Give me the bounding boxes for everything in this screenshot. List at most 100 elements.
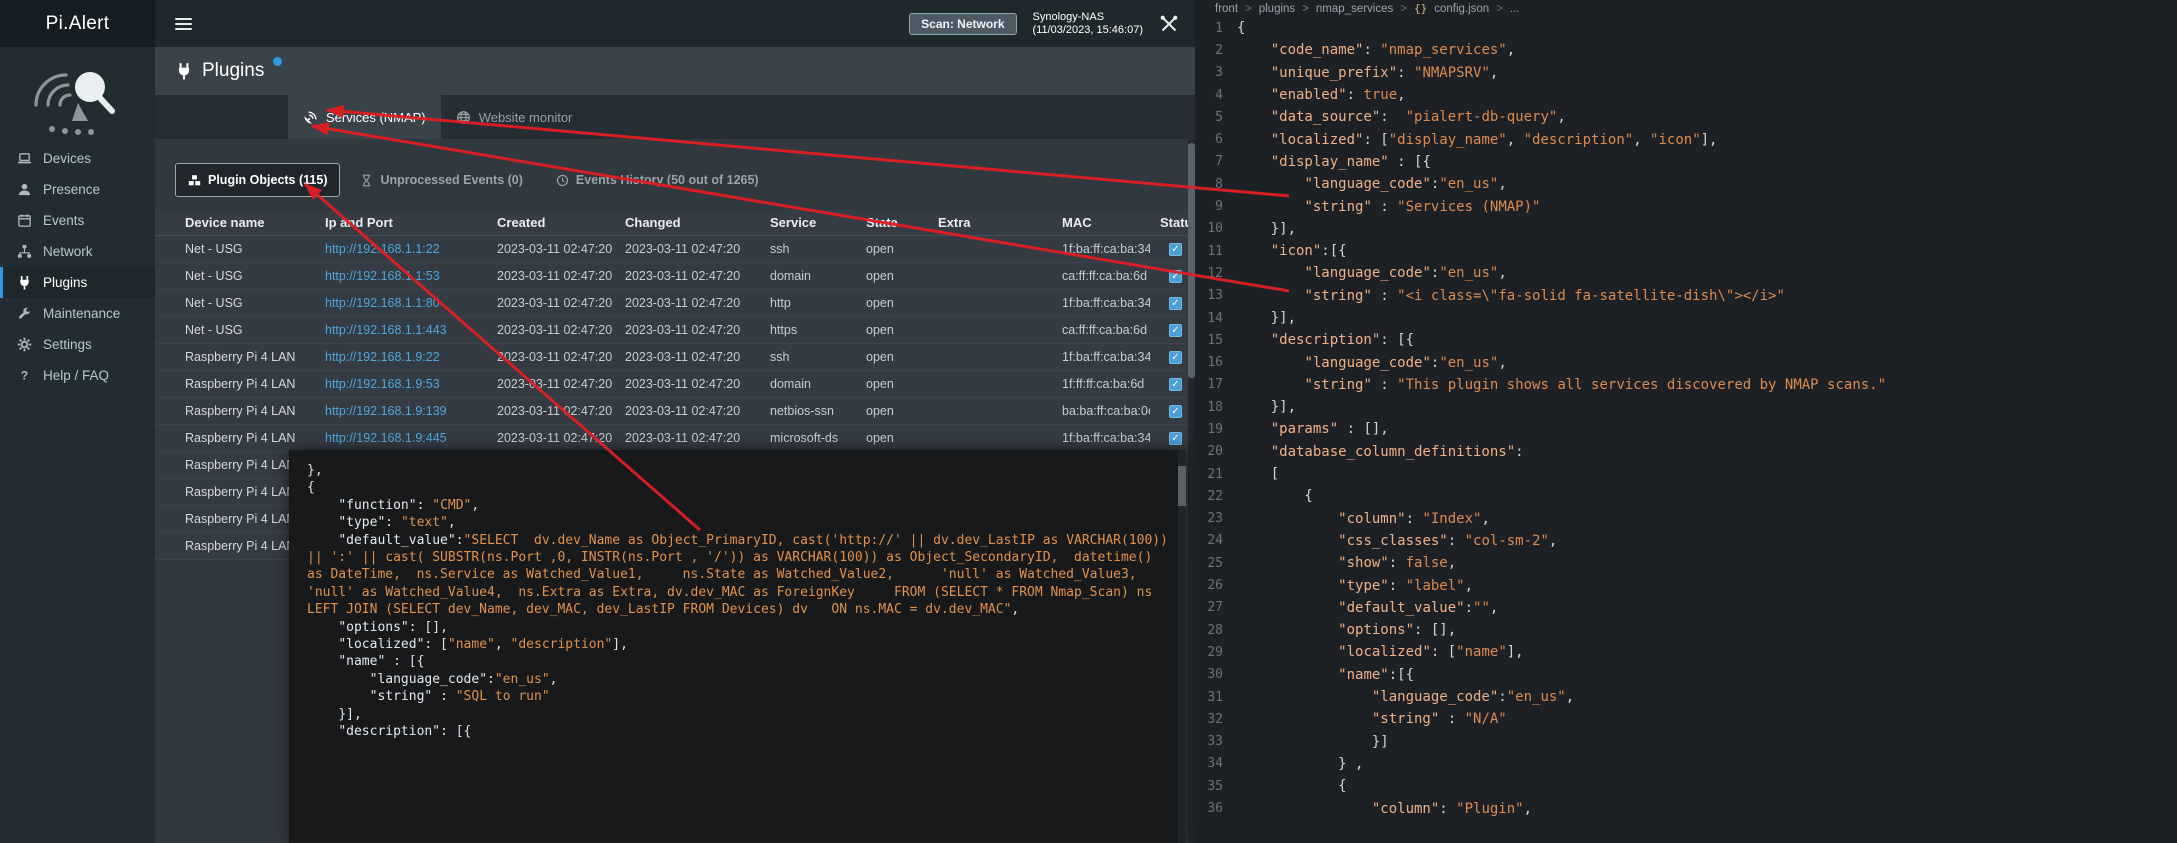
sidebar-item-events[interactable]: Events bbox=[0, 205, 155, 236]
question-icon: ? bbox=[16, 368, 33, 383]
column-header-extra[interactable]: Extra bbox=[928, 215, 1052, 230]
line-number: 3 bbox=[1195, 65, 1237, 80]
device-port-link[interactable]: http://192.168.1.1:53 bbox=[325, 269, 440, 283]
sidebar-item-plugins[interactable]: Plugins bbox=[0, 267, 155, 298]
sidebar-item-maintenance[interactable]: Maintenance bbox=[0, 298, 155, 329]
subtab-unprocessed-events-0[interactable]: Unprocessed Events (0) bbox=[347, 163, 535, 197]
column-header-mac[interactable]: MAC bbox=[1052, 215, 1150, 230]
device-port-link[interactable]: http://192.168.1.1:80 bbox=[325, 296, 440, 310]
page-header: Plugins bbox=[155, 47, 1195, 95]
sidebar-item-network[interactable]: Network bbox=[0, 236, 155, 267]
cell-created: 2023-03-11 02:47:20 bbox=[487, 377, 615, 391]
tab-label: Services (NMAP) bbox=[326, 110, 426, 125]
menu-toggle-icon[interactable] bbox=[169, 9, 198, 39]
host-info: Synology-NAS (11/03/2023, 15:46:07) bbox=[1033, 11, 1144, 37]
table-row: Net - USGhttp://192.168.1.1:802023-03-11… bbox=[155, 290, 1188, 317]
app-logo[interactable]: Pi.Alert bbox=[0, 0, 155, 47]
device-port-link[interactable]: http://192.168.1.9:445 bbox=[325, 431, 447, 445]
cell-created: 2023-03-11 02:47:20 bbox=[487, 296, 615, 310]
scrollbar-thumb[interactable] bbox=[1188, 143, 1195, 378]
column-header-status[interactable]: Status bbox=[1150, 215, 1188, 230]
row-checkbox[interactable]: ✓ bbox=[1169, 243, 1182, 256]
cubes-icon bbox=[188, 174, 201, 187]
line-number: 13 bbox=[1195, 288, 1237, 303]
cell-state: open bbox=[856, 404, 928, 418]
subtab-label: Unprocessed Events (0) bbox=[380, 173, 522, 187]
device-port-link[interactable]: http://192.168.1.9:53 bbox=[325, 377, 440, 391]
sidebar-menu: Devices PresenceEventsNetworkPluginsMaint… bbox=[0, 143, 155, 391]
tab-services-nmap[interactable]: Services (NMAP) bbox=[288, 95, 441, 139]
cell-state: open bbox=[856, 323, 928, 337]
sidebar-item-label: Devices bbox=[43, 151, 91, 166]
code-line: 18 }], bbox=[1195, 396, 2177, 418]
device-port-link[interactable]: http://192.168.1.1:22 bbox=[325, 242, 440, 256]
cell-created: 2023-03-11 02:47:20 bbox=[487, 404, 615, 418]
table-row: Net - USGhttp://192.168.1.1:532023-03-11… bbox=[155, 263, 1188, 290]
cell-service: domain bbox=[760, 377, 856, 391]
subtab-label: Events History (50 out of 1265) bbox=[576, 173, 759, 187]
column-header-service[interactable]: Service bbox=[760, 215, 856, 230]
code-line: 13 "string" : "<i class=\"fa-solid fa-sa… bbox=[1195, 285, 2177, 307]
section-tabs: Plugin Objects (115) Unprocessed Events (… bbox=[155, 139, 1188, 210]
table-header: Device nameIp and PortCreatedChangedServ… bbox=[155, 210, 1188, 236]
cell-device: Net - USG bbox=[175, 269, 315, 283]
sidebar-item-presence[interactable]: Presence bbox=[0, 174, 155, 205]
column-header-ip-and-port[interactable]: Ip and Port bbox=[315, 215, 487, 230]
subtab-plugin-objects-115[interactable]: Plugin Objects (115) bbox=[175, 163, 340, 197]
table-row: Raspberry Pi 4 LANhttp://192.168.1.9:222… bbox=[155, 344, 1188, 371]
line-number: 24 bbox=[1195, 533, 1237, 548]
line-number: 15 bbox=[1195, 333, 1237, 348]
laptop-icon bbox=[16, 151, 33, 166]
cell-service: http bbox=[760, 296, 856, 310]
cell-device: Net - USG bbox=[175, 323, 315, 337]
subtab-events-history-50-out-of-1265[interactable]: Events History (50 out of 1265) bbox=[543, 163, 772, 197]
row-checkbox[interactable]: ✓ bbox=[1169, 378, 1182, 391]
info-dot-badge[interactable] bbox=[273, 57, 282, 66]
breadcrumb-segment[interactable]: plugins bbox=[1259, 3, 1295, 15]
device-port-link[interactable]: http://192.168.1.9:22 bbox=[325, 350, 440, 364]
row-checkbox[interactable]: ✓ bbox=[1169, 432, 1182, 445]
code-line: 20 "database_column_definitions": bbox=[1195, 441, 2177, 463]
column-header-state[interactable]: State bbox=[856, 215, 928, 230]
row-checkbox[interactable]: ✓ bbox=[1169, 324, 1182, 337]
breadcrumb-segment[interactable]: config.json bbox=[1434, 3, 1489, 15]
overlay-scrollbar[interactable] bbox=[1178, 450, 1186, 843]
line-number: 4 bbox=[1195, 88, 1237, 103]
sidebar-item-devices[interactable]: Devices bbox=[0, 143, 155, 174]
subtab-label: Plugin Objects (115) bbox=[208, 173, 327, 187]
code-line: 36 "column": "Plugin", bbox=[1195, 797, 2177, 819]
device-port-link[interactable]: http://192.168.1.9:139 bbox=[325, 404, 447, 418]
code-line: 27 "default_value":"", bbox=[1195, 597, 2177, 619]
scrollbar[interactable] bbox=[1188, 139, 1195, 843]
breadcrumb-segment[interactable]: nmap_services bbox=[1316, 3, 1393, 15]
overlay-code-line: "language_code":"en_us", bbox=[307, 671, 1168, 688]
cell-service: ssh bbox=[760, 242, 856, 256]
tools-icon[interactable] bbox=[1159, 14, 1179, 34]
cell-service: domain bbox=[760, 269, 856, 283]
code-line: 29 "localized": ["name"], bbox=[1195, 641, 2177, 663]
row-checkbox[interactable]: ✓ bbox=[1169, 270, 1182, 283]
user-icon bbox=[16, 182, 33, 197]
code-line: 28 "options": [], bbox=[1195, 619, 2177, 641]
device-port-link[interactable]: http://192.168.1.1:443 bbox=[325, 323, 447, 337]
sidebar-item-settings[interactable]: Settings bbox=[0, 329, 155, 360]
breadcrumb-segment[interactable]: ... bbox=[1510, 3, 1520, 15]
row-checkbox[interactable]: ✓ bbox=[1169, 297, 1182, 310]
breadcrumb-segment[interactable]: front bbox=[1215, 3, 1238, 15]
topbar: Scan: Network Synology-NAS (11/03/2023, … bbox=[155, 0, 1195, 47]
column-header-device-name[interactable]: Device name bbox=[175, 215, 315, 230]
row-checkbox[interactable]: ✓ bbox=[1169, 351, 1182, 364]
editor-code[interactable]: 1{2 "code_name": "nmap_services",3 "uniq… bbox=[1195, 17, 2177, 843]
cell-service: microsoft-ds bbox=[760, 431, 856, 445]
tab-website-monitor[interactable]: Website monitor bbox=[441, 95, 588, 139]
sidebar-item-help-faq[interactable]: ?Help / FAQ bbox=[0, 360, 155, 391]
overlay-code-line: { bbox=[307, 479, 1168, 496]
host-scan-time: (11/03/2023, 15:46:07) bbox=[1033, 24, 1144, 37]
line-number: 10 bbox=[1195, 221, 1237, 236]
overlay-scrollbar-thumb[interactable] bbox=[1178, 466, 1186, 506]
column-header-changed[interactable]: Changed bbox=[615, 215, 760, 230]
line-number: 8 bbox=[1195, 177, 1237, 192]
row-checkbox[interactable]: ✓ bbox=[1169, 405, 1182, 418]
column-header-created[interactable]: Created bbox=[487, 215, 615, 230]
plugin-tabs: Services (NMAP) Website monitor bbox=[155, 95, 1195, 139]
